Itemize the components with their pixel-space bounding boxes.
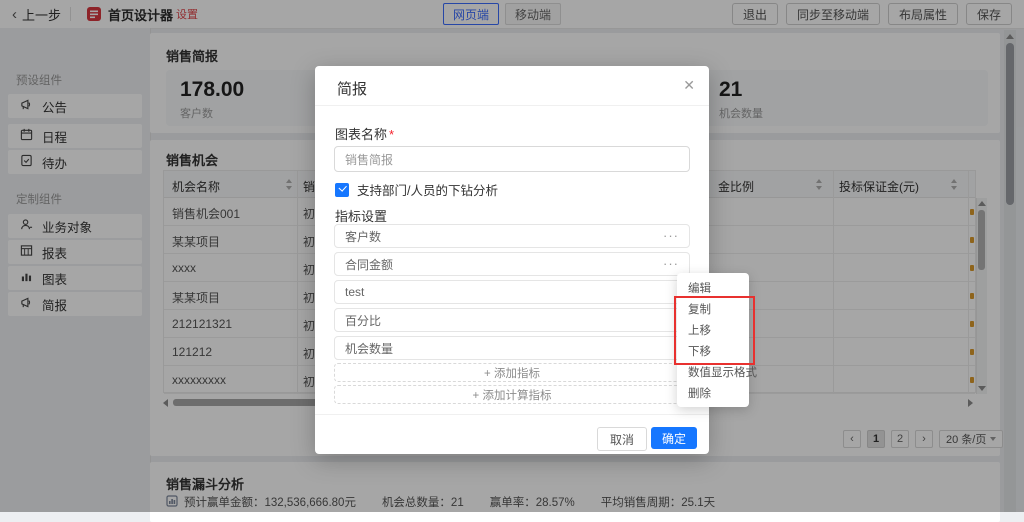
metric-row-test[interactable]: test xyxy=(334,280,690,304)
menu-item-move-down[interactable]: 下移 xyxy=(677,340,749,361)
chart-name-label-text: 图表名称 xyxy=(335,127,387,142)
metric-row-contract-amount[interactable]: 合同金额 ··· xyxy=(334,252,690,276)
chart-name-value: 销售简报 xyxy=(345,151,393,168)
metric-row-opportunity-count[interactable]: 机会数量 xyxy=(334,336,690,360)
modal-footer: 取消 确定 xyxy=(315,414,709,454)
metric-row-label: test xyxy=(345,285,364,299)
checkbox-checked-icon[interactable] xyxy=(335,183,349,197)
metric-row-customers[interactable]: 客户数 ··· xyxy=(334,224,690,248)
add-metric-button[interactable]: + 添加指标 xyxy=(334,363,690,382)
metric-row-percentage[interactable]: 百分比 xyxy=(334,308,690,332)
brief-settings-modal: 简报 ✕ 图表名称* 销售简报 支持部门/人员的下钻分析 指标设置 客户数 ··… xyxy=(315,66,709,454)
menu-item-copy[interactable]: 复制 xyxy=(677,298,749,319)
drilldown-checkbox-row[interactable]: 支持部门/人员的下钻分析 xyxy=(335,180,498,199)
metric-row-label: 合同金额 xyxy=(345,256,393,273)
checkbox-label: 支持部门/人员的下钻分析 xyxy=(357,180,498,199)
metric-context-menu: 编辑 复制 上移 下移 数值显示格式 删除 xyxy=(677,273,749,407)
close-icon[interactable]: ✕ xyxy=(683,77,695,94)
chart-name-label: 图表名称* xyxy=(335,124,394,143)
metrics-settings-label: 指标设置 xyxy=(335,206,387,225)
metric-row-label: 客户数 xyxy=(345,228,381,245)
page: ‹ 上一步 首页设计器 设置 网页端 移动端 退出 同步至移动端 布局属性 保存… xyxy=(0,0,1024,512)
modal-header: 简报 ✕ xyxy=(315,66,709,106)
required-mark: * xyxy=(389,127,394,142)
menu-item-move-up[interactable]: 上移 xyxy=(677,319,749,340)
confirm-button[interactable]: 确定 xyxy=(651,427,697,449)
more-actions-icon[interactable]: ··· xyxy=(663,259,679,269)
menu-item-number-format[interactable]: 数值显示格式 xyxy=(677,361,749,382)
menu-item-delete[interactable]: 删除 xyxy=(677,382,749,403)
modal-title: 简报 xyxy=(337,78,367,99)
metric-row-label: 机会数量 xyxy=(345,340,393,357)
add-calc-metric-button[interactable]: + 添加计算指标 xyxy=(334,385,690,404)
cancel-button[interactable]: 取消 xyxy=(597,427,647,451)
metric-row-label: 百分比 xyxy=(345,312,381,329)
more-actions-icon[interactable]: ··· xyxy=(663,231,679,241)
menu-item-edit[interactable]: 编辑 xyxy=(677,277,749,298)
chart-name-input[interactable]: 销售简报 xyxy=(334,146,690,172)
